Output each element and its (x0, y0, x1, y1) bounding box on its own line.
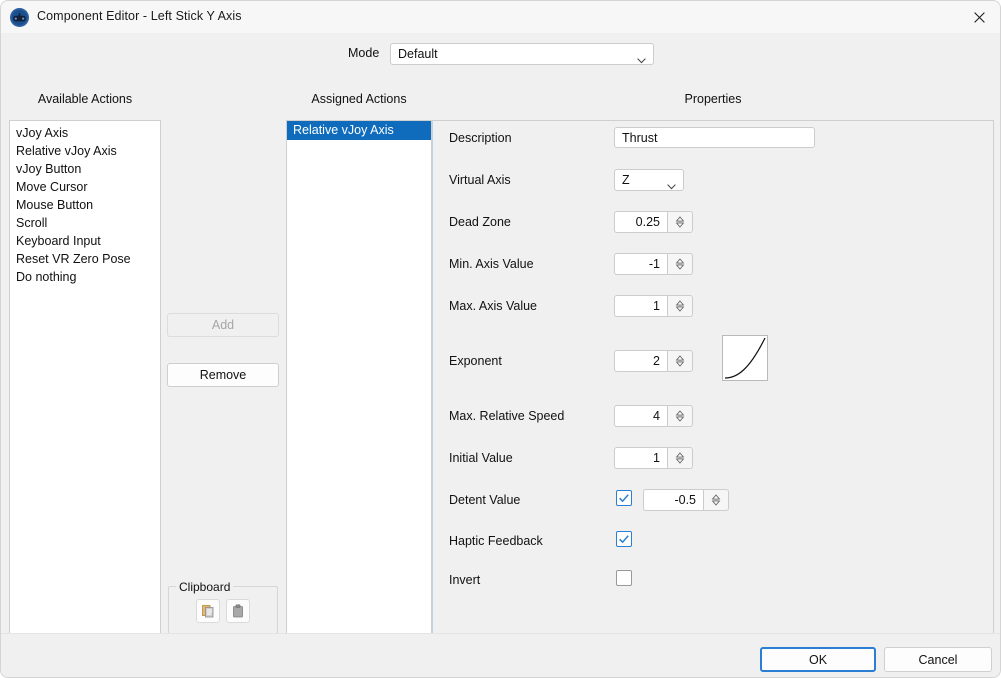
haptic-feedback-label: Haptic Feedback (449, 534, 543, 548)
max-relative-speed-label: Max. Relative Speed (449, 409, 565, 423)
detent-value-label: Detent Value (449, 493, 521, 507)
dead-zone-stepper[interactable]: 0.25 (614, 211, 693, 233)
properties-header: Properties (684, 92, 742, 106)
detent-value-stepper[interactable]: -0.5 (643, 489, 729, 511)
component-editor-window: Component Editor - Left Stick Y Axis Mod… (0, 0, 1001, 678)
list-item[interactable]: Scroll (10, 214, 160, 232)
copy-icon[interactable] (196, 599, 220, 623)
paste-icon[interactable] (226, 599, 250, 623)
initial-value-stepper[interactable]: 1 (614, 447, 693, 469)
virtual-axis-label: Virtual Axis (449, 173, 511, 187)
assigned-actions-header: Assigned Actions (311, 92, 407, 106)
list-item[interactable]: Reset VR Zero Pose (10, 250, 160, 268)
initial-value-value: 1 (653, 451, 660, 465)
close-icon[interactable] (956, 1, 1000, 33)
stepper-arrows-icon[interactable] (667, 405, 693, 427)
invert-label: Invert (449, 573, 481, 587)
min-axis-value-label: Min. Axis Value (449, 257, 534, 271)
stepper-arrows-icon[interactable] (667, 447, 693, 469)
list-item[interactable]: vJoy Button (10, 160, 160, 178)
properties-panel: Description Thrust Virtual Axis Z Dead Z… (432, 120, 994, 634)
exponent-stepper[interactable]: 2 (614, 350, 693, 372)
list-item[interactable]: Do nothing (10, 268, 160, 286)
initial-value-field[interactable]: 1 (614, 447, 667, 469)
stepper-arrows-icon[interactable] (667, 253, 693, 275)
title-bar: Component Editor - Left Stick Y Axis (1, 1, 1000, 34)
invert-checkbox[interactable] (616, 570, 632, 586)
list-item[interactable]: Relative vJoy Axis (287, 121, 431, 140)
description-label: Description (449, 131, 512, 145)
chevron-down-icon (637, 51, 646, 64)
min-axis-value-field[interactable]: -1 (614, 253, 667, 275)
list-item[interactable]: Move Cursor (10, 178, 160, 196)
description-field[interactable]: Thrust (614, 127, 815, 148)
detent-value-checkbox[interactable] (616, 490, 632, 506)
clipboard-legend: Clipboard (176, 580, 234, 594)
min-axis-value-stepper[interactable]: -1 (614, 253, 693, 275)
dead-zone-field[interactable]: 0.25 (614, 211, 667, 233)
exponent-field[interactable]: 2 (614, 350, 667, 372)
gamepad-icon (10, 8, 29, 27)
haptic-feedback-checkbox[interactable] (616, 531, 632, 547)
max-relative-speed-stepper[interactable]: 4 (614, 405, 693, 427)
available-actions-header: Available Actions (37, 92, 133, 106)
virtual-axis-value: Z (622, 173, 630, 187)
max-axis-value-stepper[interactable]: 1 (614, 295, 693, 317)
remove-button[interactable]: Remove (167, 363, 279, 387)
max-relative-speed-field[interactable]: 4 (614, 405, 667, 427)
cancel-button[interactable]: Cancel (884, 647, 992, 672)
list-item[interactable]: vJoy Axis (10, 124, 160, 142)
dead-zone-value: 0.25 (635, 215, 660, 229)
description-value: Thrust (622, 131, 658, 145)
stepper-arrows-icon[interactable] (703, 489, 729, 511)
list-item[interactable]: Mouse Button (10, 196, 160, 214)
max-relative-speed-value: 4 (653, 409, 660, 423)
mode-select-value: Default (398, 47, 438, 61)
detent-value-value: -0.5 (674, 493, 696, 507)
dead-zone-label: Dead Zone (449, 215, 511, 229)
max-axis-value-value: 1 (653, 299, 660, 313)
stepper-arrows-icon[interactable] (667, 350, 693, 372)
mode-label: Mode (348, 46, 380, 60)
mode-select[interactable]: Default (390, 43, 654, 65)
response-curve-preview (722, 335, 768, 381)
max-axis-value-field[interactable]: 1 (614, 295, 667, 317)
window-title: Component Editor - Left Stick Y Axis (37, 9, 242, 23)
ok-button[interactable]: OK (760, 647, 876, 672)
exponent-value: 2 (653, 354, 660, 368)
stepper-arrows-icon[interactable] (667, 295, 693, 317)
stepper-arrows-icon[interactable] (667, 211, 693, 233)
assigned-actions-list[interactable]: Relative vJoy Axis (286, 120, 432, 634)
detent-value-field[interactable]: -0.5 (643, 489, 703, 511)
list-item[interactable]: Relative vJoy Axis (10, 142, 160, 160)
add-button[interactable]: Add (167, 313, 279, 337)
exponent-label: Exponent (449, 354, 502, 368)
chevron-down-icon (667, 177, 676, 190)
max-axis-value-label: Max. Axis Value (449, 299, 538, 313)
min-axis-value-value: -1 (648, 257, 660, 271)
initial-value-label: Initial Value (449, 451, 513, 465)
available-actions-list[interactable]: vJoy Axis Relative vJoy Axis vJoy Button… (9, 120, 161, 634)
virtual-axis-select[interactable]: Z (614, 169, 684, 191)
list-item[interactable]: Keyboard Input (10, 232, 160, 250)
